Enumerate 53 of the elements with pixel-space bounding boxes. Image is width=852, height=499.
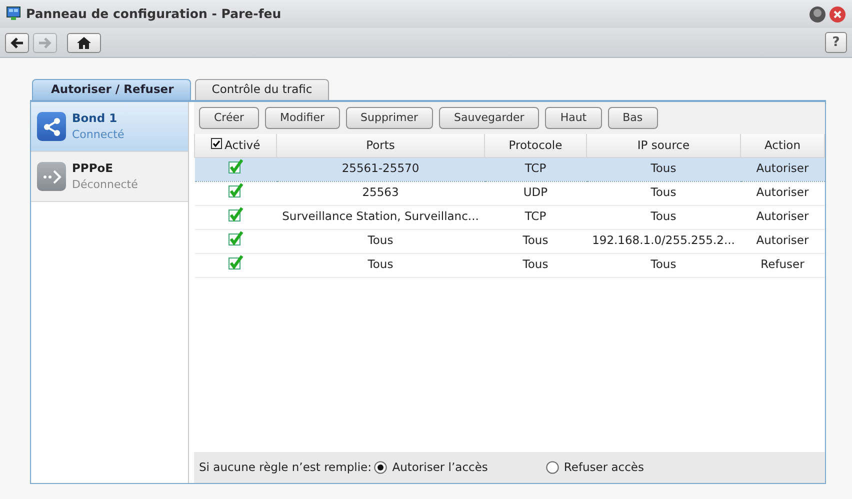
table-cell: Tous <box>650 209 676 224</box>
share-icon <box>37 112 66 141</box>
toolbar-button[interactable]: Haut <box>545 107 602 129</box>
table-cell: Autoriser <box>756 209 809 224</box>
table-cell: UDP <box>523 185 548 200</box>
radio-option[interactable]: Autoriser l’accès <box>374 458 488 476</box>
table-cell: Tous <box>650 257 676 272</box>
checkbox[interactable] <box>228 206 243 222</box>
table-cell: Refuser <box>760 257 804 272</box>
table-cell: Surveillance Station, Surveillanc... <box>282 209 479 224</box>
table-cell: Tous <box>650 161 676 176</box>
table-cell: 25563 <box>362 185 399 200</box>
table-cell: 25561-25570 <box>342 161 420 176</box>
table-cell: Autoriser <box>756 233 809 248</box>
table-cell: 192.168.1.0/255.255.2... <box>592 233 735 248</box>
home-icon <box>76 36 90 48</box>
close-icon[interactable] <box>829 6 846 22</box>
column-header[interactable]: Ports <box>366 138 395 152</box>
radio-option[interactable]: Refuser accès <box>546 458 644 476</box>
table-cell: Tous <box>650 185 676 200</box>
toolbar-button[interactable]: Bas <box>608 107 658 129</box>
help-button[interactable]: ? <box>825 32 847 53</box>
checkbox[interactable] <box>228 158 243 174</box>
table-cell: Autoriser <box>756 185 809 200</box>
minimize-icon[interactable] <box>809 6 826 22</box>
tab[interactable]: Contrôle du trafic <box>194 79 330 100</box>
sidebar-item[interactable]: PPPoE Déconnecté <box>31 152 188 202</box>
tab[interactable]: Autoriser / Refuser <box>32 79 191 100</box>
app-icon <box>6 6 21 22</box>
checkbox[interactable] <box>210 138 222 149</box>
table-cell: Tous <box>522 233 548 248</box>
window-title: Panneau de configuration - Pare-feu <box>26 4 282 23</box>
toolbar-button[interactable]: Sauvegarder <box>439 107 540 129</box>
table-cell: Tous <box>368 233 394 248</box>
rule-label: Si aucune règle n’est remplie: <box>199 458 372 476</box>
checkbox[interactable] <box>228 182 243 198</box>
table-cell: Tous <box>522 257 548 272</box>
sidebar-item[interactable]: Bond 1 Connecté <box>31 102 188 152</box>
home-button[interactable] <box>66 32 100 52</box>
table-cell: TCP <box>524 161 546 176</box>
left-arrow-icon <box>10 36 24 48</box>
right-arrow-icon <box>38 36 52 48</box>
toolbar-button[interactable]: Modifier <box>265 107 340 129</box>
table-cell: Tous <box>368 257 394 272</box>
toolbar-button[interactable]: Créer <box>199 107 260 129</box>
checkbox[interactable] <box>228 254 243 270</box>
toolbar-button[interactable]: Supprimer <box>346 107 434 129</box>
radio-icon[interactable] <box>546 461 559 474</box>
checkbox[interactable] <box>228 230 243 246</box>
back-button[interactable] <box>5 32 29 52</box>
radio-icon[interactable] <box>374 461 388 474</box>
table-cell: TCP <box>524 209 546 224</box>
table-cell: Autoriser <box>756 161 809 176</box>
